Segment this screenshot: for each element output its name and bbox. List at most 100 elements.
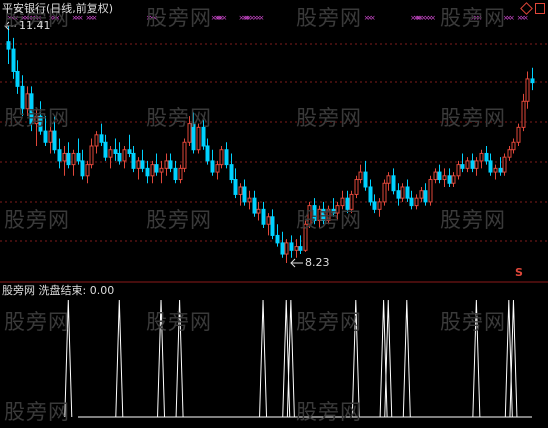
watermark: 股旁网 xyxy=(146,208,212,232)
indicator-spike xyxy=(402,299,411,418)
candle-body xyxy=(368,186,373,203)
candle-body xyxy=(154,164,159,173)
candle-body xyxy=(252,197,257,214)
candle-body xyxy=(428,179,433,203)
candle-body xyxy=(358,171,363,181)
candle-body xyxy=(224,149,229,166)
candle-body xyxy=(433,171,438,181)
signal-mark: × xyxy=(221,14,227,22)
watermark: 股旁网 xyxy=(146,6,212,30)
candle-body xyxy=(99,134,104,143)
candle-body xyxy=(280,242,285,255)
candle-body xyxy=(396,190,401,199)
candle-body xyxy=(94,134,99,147)
watermark: 股旁网 xyxy=(296,6,362,30)
candle-body xyxy=(442,175,447,181)
candle-body xyxy=(423,190,428,203)
candle-body xyxy=(511,141,516,151)
candle-body xyxy=(168,160,173,169)
candle-body xyxy=(437,171,442,181)
candle-body xyxy=(6,41,11,50)
candle-body xyxy=(405,186,410,199)
watermark: 股旁网 xyxy=(146,310,212,334)
candle-body xyxy=(113,149,118,154)
watermark: 股旁网 xyxy=(4,106,70,130)
watermark: 股旁网 xyxy=(296,310,362,334)
signal-mark: × xyxy=(258,14,264,22)
candle-body xyxy=(507,149,512,158)
candle-body xyxy=(173,167,178,181)
candle-body xyxy=(150,164,155,177)
candle-body xyxy=(238,186,243,195)
candle-body xyxy=(456,164,461,177)
candle-body xyxy=(256,208,261,214)
candle-body xyxy=(414,197,419,207)
candle-body xyxy=(62,152,67,162)
candle-body xyxy=(219,149,224,166)
signal-mark: × xyxy=(523,14,529,22)
candle-body xyxy=(229,164,234,181)
candle-body xyxy=(275,234,280,244)
candle-body xyxy=(11,48,16,72)
kline-chart-window: × × × × × × × × × × × × × × × × × × × × × × × × × × × × × × × × × × × × × × × ×… xyxy=(0,0,548,424)
signal-mark: × xyxy=(92,14,98,22)
sell-signal-marker: S xyxy=(515,266,523,279)
signal-mark: × xyxy=(509,14,515,22)
watermark: 股旁网 xyxy=(440,310,506,334)
candle-body xyxy=(400,186,405,199)
candle-body xyxy=(530,78,535,84)
candle-body xyxy=(127,149,132,154)
candle-body xyxy=(460,164,465,169)
candle-body xyxy=(122,149,127,162)
candle-body xyxy=(470,160,475,169)
candle-body xyxy=(15,70,20,87)
stock-title: 平安银行(日线,前复权) xyxy=(2,2,114,15)
candle-body xyxy=(178,167,183,181)
candle-body xyxy=(210,160,215,173)
candle-body xyxy=(363,171,368,188)
candle-body xyxy=(386,175,391,184)
candle-body xyxy=(382,182,387,203)
candle-body xyxy=(502,156,507,173)
watermark: 股旁网 xyxy=(4,208,70,232)
candle-body xyxy=(493,167,498,173)
candle-body xyxy=(52,130,57,151)
candle-body xyxy=(447,175,452,184)
candle-body xyxy=(164,160,169,169)
candle-body xyxy=(521,100,526,128)
candle-body xyxy=(71,152,76,166)
candle-body xyxy=(289,242,294,251)
candle-body xyxy=(372,201,377,210)
candle-body xyxy=(43,130,48,143)
high-price-label: 11.41 xyxy=(19,19,51,32)
candle-body xyxy=(145,167,150,177)
signal-mark: × xyxy=(430,14,436,22)
candle-body xyxy=(479,152,484,162)
watermark: 股旁网 xyxy=(440,6,506,30)
candle-body xyxy=(66,152,71,166)
candle-body xyxy=(516,126,521,143)
candle-body xyxy=(205,145,210,162)
low-arrow xyxy=(290,258,303,268)
candle-body xyxy=(484,152,489,162)
candle-body xyxy=(57,149,62,162)
candle-body xyxy=(451,175,456,184)
candle-body xyxy=(242,186,247,203)
candle-body xyxy=(85,164,90,177)
watermark: 股旁网 xyxy=(440,208,506,232)
signal-mark: × xyxy=(78,14,84,22)
candle-body xyxy=(159,167,164,173)
candle-body xyxy=(474,160,479,169)
watermark: 股旁网 xyxy=(4,310,70,334)
watermark: 股旁网 xyxy=(146,106,212,130)
candle-body xyxy=(266,216,271,225)
watermark: 股旁网 xyxy=(296,400,362,424)
candle-body xyxy=(391,175,396,192)
candle-body xyxy=(76,152,81,162)
candle-body xyxy=(409,197,414,207)
watermark: 股旁网 xyxy=(296,208,362,232)
square-icon[interactable] xyxy=(535,3,545,14)
candle-body xyxy=(298,246,303,251)
candle-body xyxy=(117,152,122,162)
watermark: 股旁网 xyxy=(4,400,70,424)
